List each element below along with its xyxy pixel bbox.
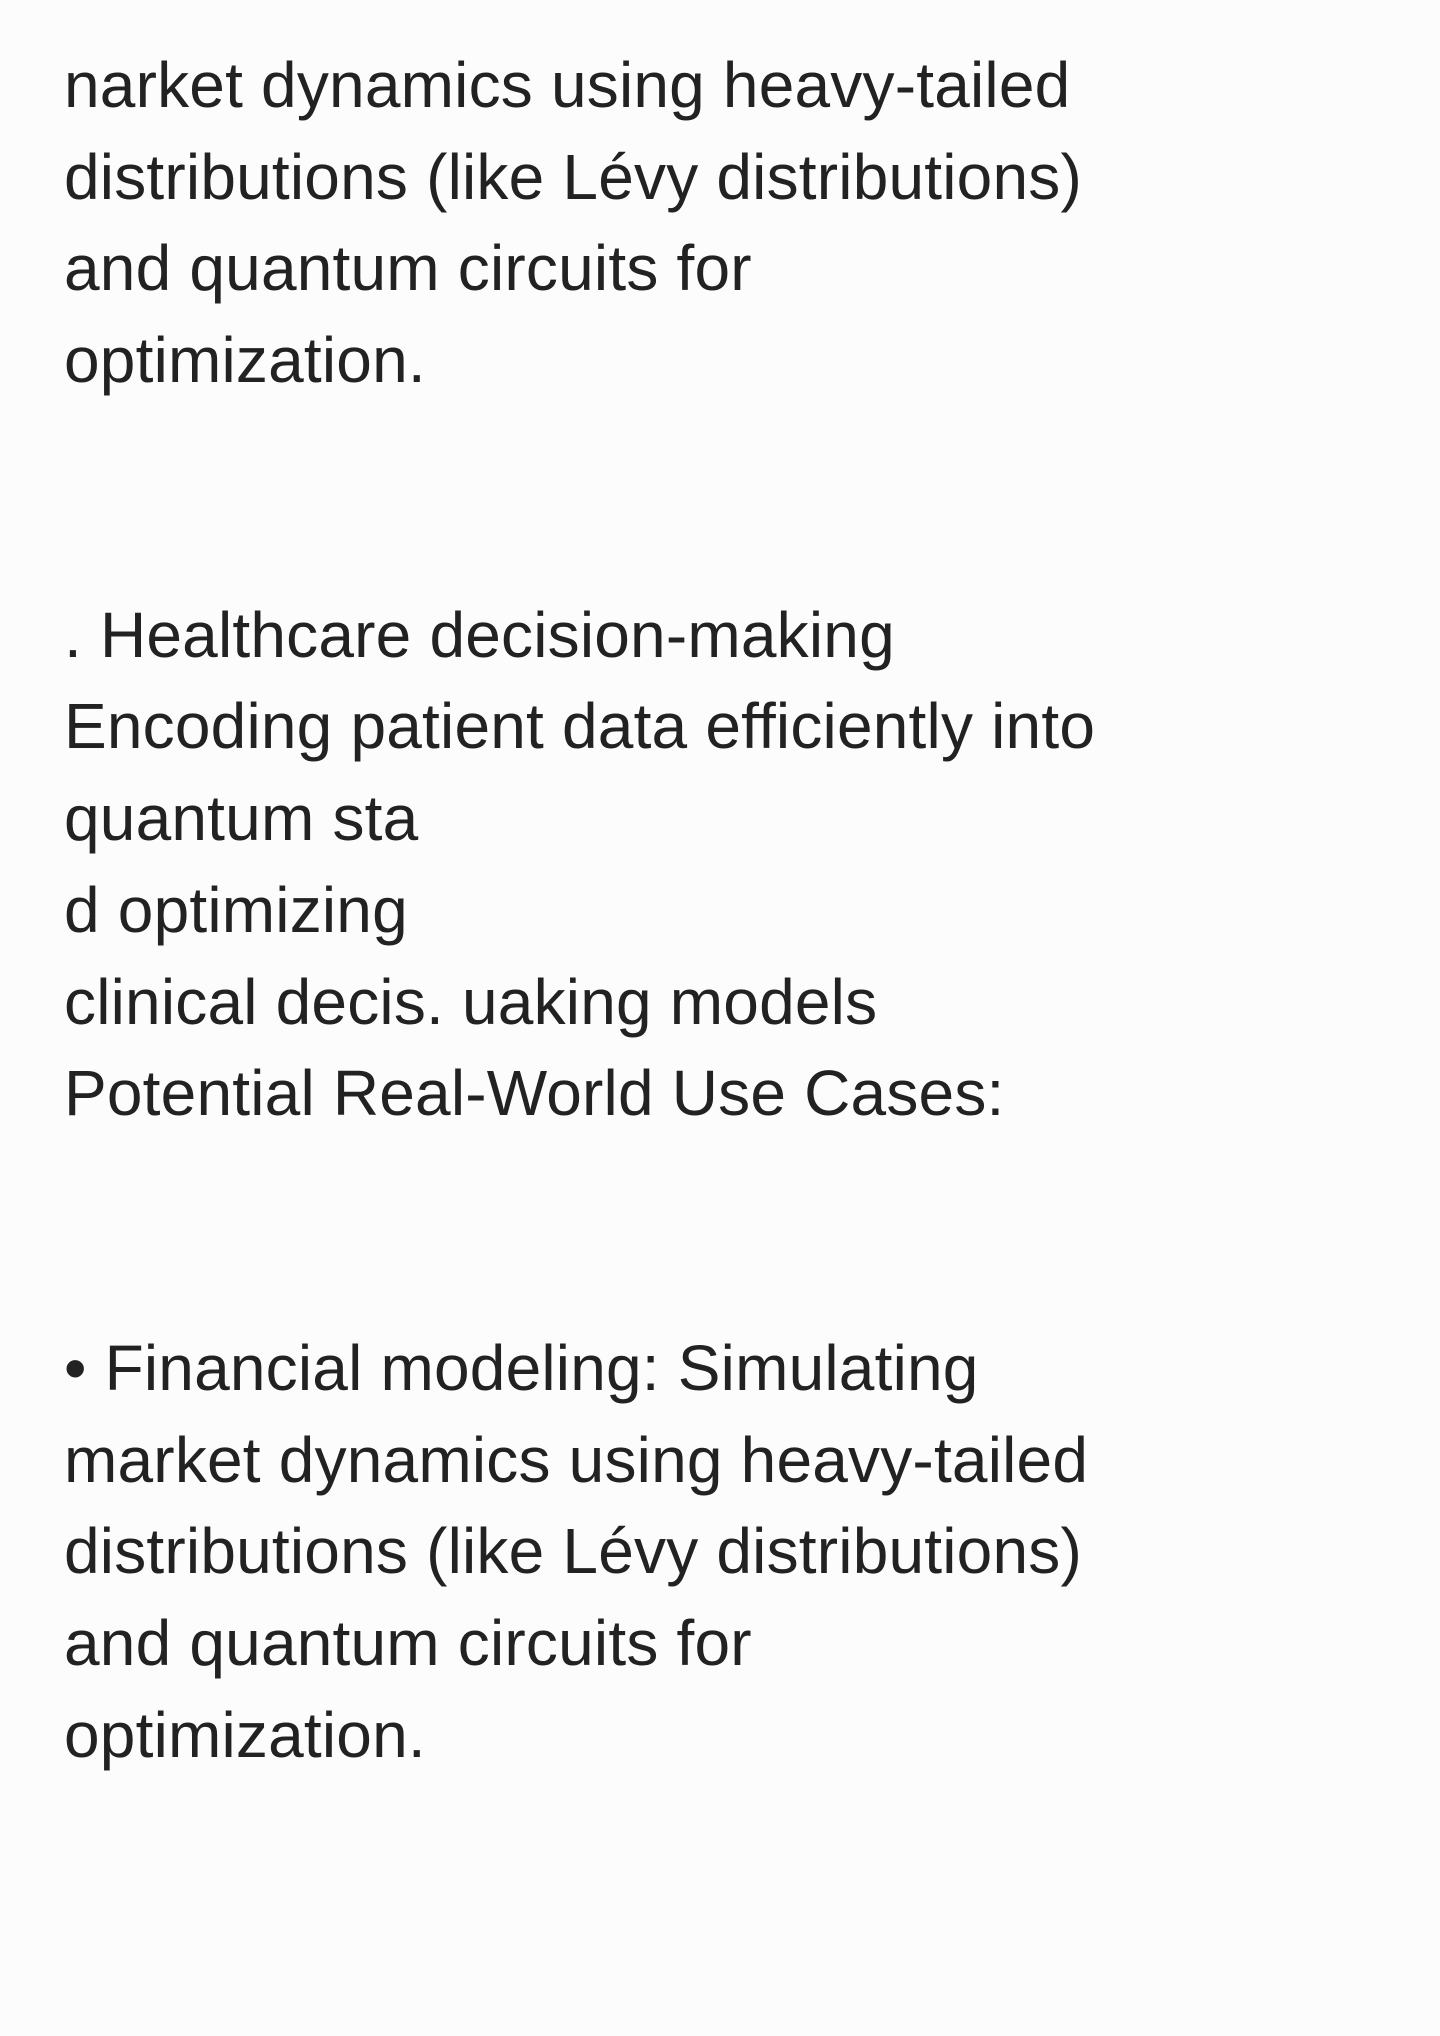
section-heading: Potential Real-World Use Cases: (64, 1057, 1005, 1130)
text-line: distributions (like Lévy distributions) (64, 140, 1082, 213)
text-line: clinical decis. uaking models (64, 965, 878, 1038)
text-line: quantum sta (64, 782, 419, 855)
text-line: d optimizing (64, 873, 408, 946)
text-line: narket dynamics using heavy-tailed (64, 49, 1071, 121)
text-line: and quantum circuits for (64, 232, 752, 305)
paragraph-healthcare: . Healthcare decision-making Encoding pa… (64, 590, 1364, 1140)
text-line: distributions (like Lévy distributions) (64, 1515, 1082, 1588)
text-line: market dynamics using heavy-tailed (64, 1423, 1089, 1496)
text-line: optimization. (64, 1698, 426, 1771)
paragraph-financial-fragment: narket dynamics using heavy-tailed distr… (64, 40, 1364, 407)
paragraph-financial-modeling: • Financial modeling: Simulating market … (64, 1323, 1364, 1781)
text-line: optimization. (64, 324, 426, 397)
text-line: and quantum circuits for (64, 1606, 752, 1679)
note-body: narket dynamics using heavy-tailed distr… (64, 40, 1364, 1781)
bullet-item: • Financial modeling: Simulating (64, 1331, 979, 1404)
text-line: . Healthcare decision-making (64, 598, 895, 671)
text-line: Encoding patient data efficiently into (64, 690, 1096, 763)
